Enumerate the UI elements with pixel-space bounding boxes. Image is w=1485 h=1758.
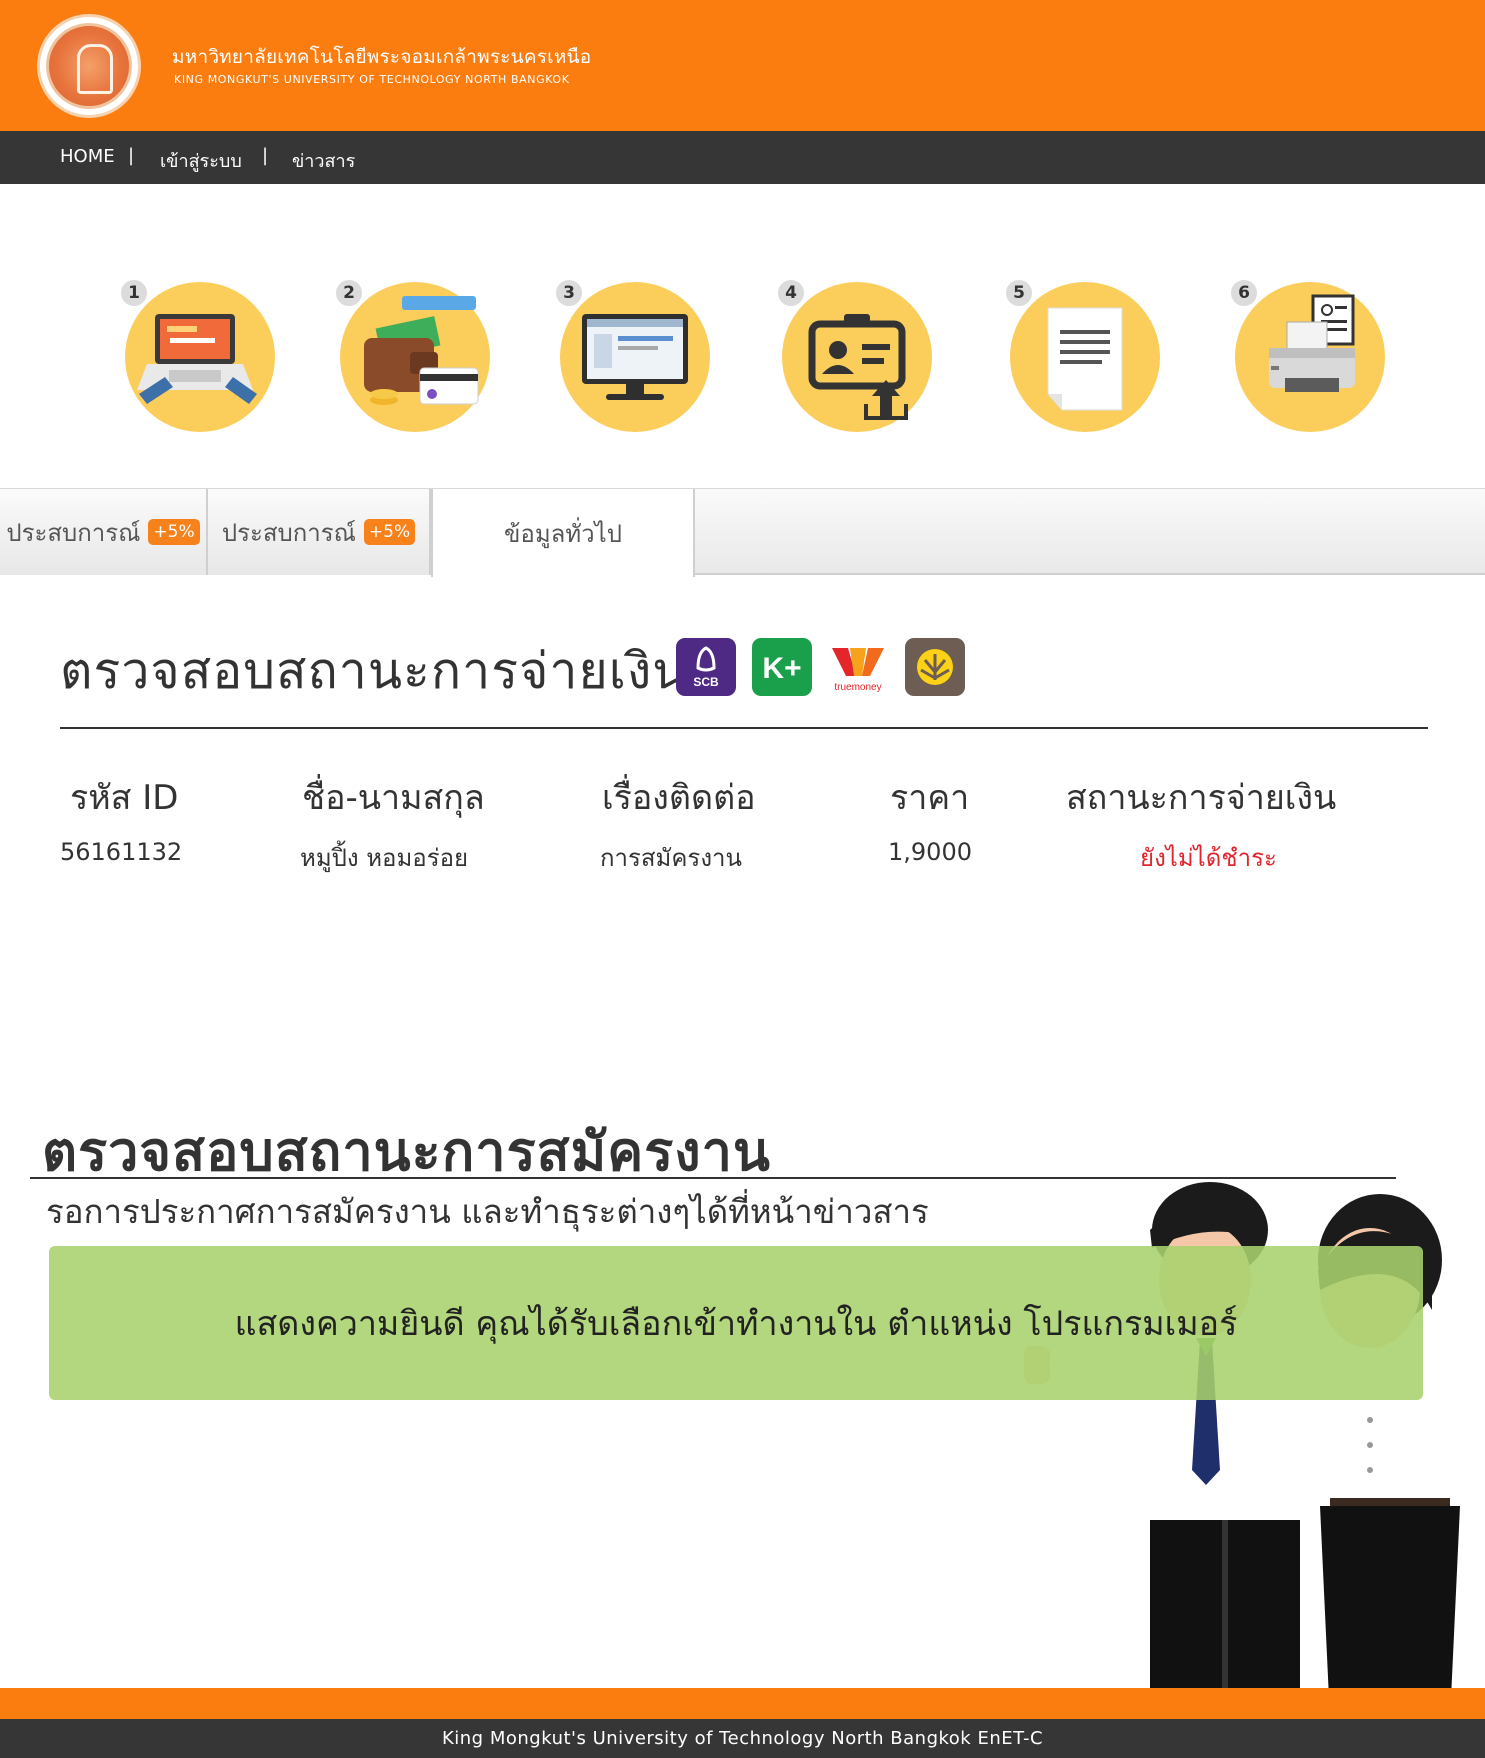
cell-status: ยังไม่ได้ชำระ xyxy=(1140,844,1277,872)
nav-login-link[interactable]: เข้าสู่ระบบ xyxy=(160,146,242,175)
step-6: 6 xyxy=(1229,278,1385,432)
nav-separator: | xyxy=(262,145,269,166)
site-header: มหาวิทยาลัยเทคโนโลยีพระจอมเกล้าพระนครเหน… xyxy=(0,0,1485,131)
tab-label: ประสบการณ์ xyxy=(221,518,356,547)
tab-badge: +5% xyxy=(363,519,416,545)
truemoney-logo: truemoney xyxy=(832,648,884,693)
printer-icon xyxy=(1269,294,1355,392)
wallet-payment-icon xyxy=(364,296,479,405)
step-number: 4 xyxy=(776,278,806,308)
step-number: 6 xyxy=(1229,278,1259,308)
kplus-logo: K+ xyxy=(762,652,801,685)
column-header-id: รหัส ID xyxy=(70,778,179,818)
tab-experience-1[interactable]: ประสบการณ์ +5% xyxy=(0,489,208,575)
cell-name: หมูปิ้ง หอมอร่อย xyxy=(300,844,469,872)
cell-subject: การสมัครงาน xyxy=(600,844,742,872)
university-seal-icon[interactable] xyxy=(37,14,141,118)
step-4: 4 xyxy=(776,278,932,432)
step-2: 2 xyxy=(334,278,490,432)
footer-accent-bar xyxy=(0,1688,1485,1719)
site-footer: King Mongkut's University of Technology … xyxy=(0,1719,1485,1758)
step-number: 5 xyxy=(1004,278,1034,308)
cell-id: 56161132 xyxy=(60,838,183,866)
column-header-price: ราคา xyxy=(890,778,970,818)
application-subtitle: รอการประกาศการสมัครงาน และทำธุระต่างๆได้… xyxy=(46,1192,929,1231)
laptop-typing-icon xyxy=(137,314,257,404)
step-3: 3 xyxy=(554,278,710,432)
tab-bar: ประสบการณ์ +5% ประสบการณ์ +5% ข้อมูลทั่ว… xyxy=(0,488,1485,577)
tab-general-info[interactable]: ข้อมูลทั่วไป xyxy=(431,489,695,577)
nav-news-link[interactable]: ข่าวสาร xyxy=(292,146,355,175)
column-header-status: สถานะการจ่ายเงิน xyxy=(1066,778,1337,818)
footer-text: King Mongkut's University of Technology … xyxy=(441,1728,1044,1749)
monitor-icon xyxy=(582,314,688,400)
nav-separator: | xyxy=(128,145,135,166)
kplus-text: K+ xyxy=(762,652,801,685)
id-card-upload-icon xyxy=(808,314,908,420)
business-people-illustration xyxy=(1024,1182,1485,1720)
krungsri-logo xyxy=(917,649,953,685)
step-number: 2 xyxy=(334,278,364,308)
step-number: 1 xyxy=(119,278,149,308)
tab-label: ข้อมูลทั่วไป xyxy=(504,519,622,548)
cell-price: 1,9000 xyxy=(888,838,972,866)
step-1: 1 xyxy=(119,278,275,432)
application-status-title: ตรวจสอบสถานะการสมัครงาน xyxy=(42,1120,771,1183)
university-name-en: KING MONGKUT'S UNIVERSITY OF TECHNOLOGY … xyxy=(174,73,570,86)
application-result-box: แสดงความยินดี คุณได้รับเลือกเข้าทำงานใน … xyxy=(49,1246,1423,1400)
payment-divider xyxy=(60,727,1428,729)
scb-logo: SCB xyxy=(693,646,719,689)
truemoney-text: truemoney xyxy=(834,682,881,693)
tab-badge: +5% xyxy=(148,519,200,545)
tab-label: ประสบการณ์ xyxy=(6,518,141,547)
document-icon xyxy=(1047,307,1123,411)
payment-status-title: ตรวจสอบสถานะการจ่ายเงิน xyxy=(60,642,688,700)
step-5: 5 xyxy=(1004,278,1160,432)
krungsri-icon[interactable] xyxy=(905,638,965,696)
scb-text: SCB xyxy=(693,675,719,689)
university-name-th: มหาวิทยาลัยเทคโนโลยีพระจอมเกล้าพระนครเหน… xyxy=(172,46,592,68)
column-header-subject: เรื่องติดต่อ xyxy=(602,778,756,818)
main-nav: HOME | เข้าสู่ระบบ | ข่าวสาร xyxy=(0,131,1485,184)
scb-icon[interactable]: SCB xyxy=(676,638,736,696)
application-result-text: แสดงความยินดี คุณได้รับเลือกเข้าทำงานใน … xyxy=(234,1304,1238,1344)
truemoney-icon[interactable]: truemoney xyxy=(828,638,888,696)
tab-experience-2[interactable]: ประสบการณ์ +5% xyxy=(208,489,431,575)
nav-home-link[interactable]: HOME xyxy=(60,146,115,167)
kplus-icon[interactable]: K+ xyxy=(752,638,812,696)
step-number: 3 xyxy=(554,278,584,308)
column-header-name: ชื่อ-นามสกุล xyxy=(302,778,485,818)
